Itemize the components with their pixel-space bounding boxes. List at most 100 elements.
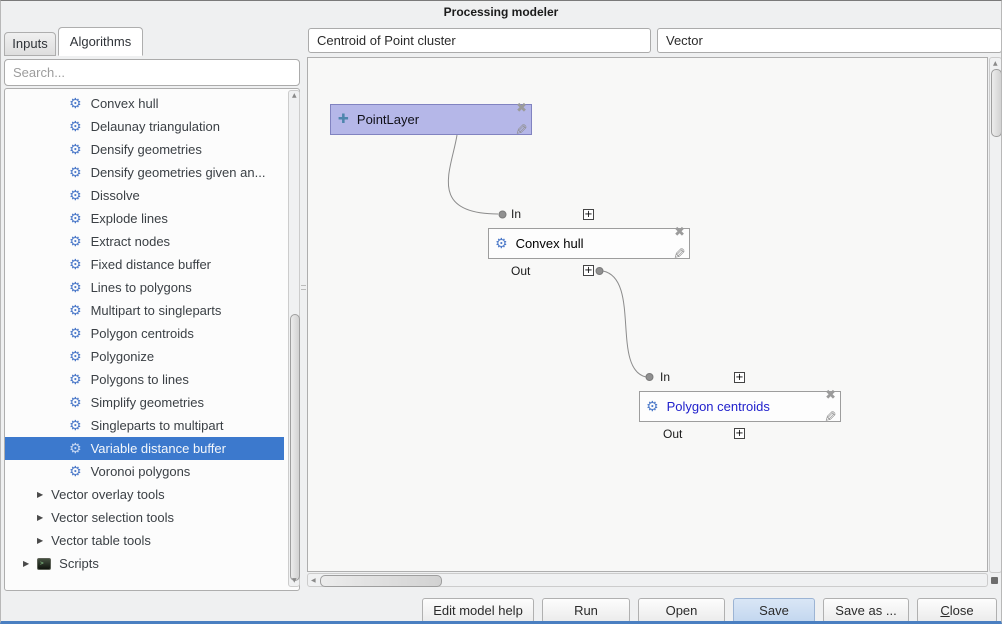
polygon-centroids-out-expander[interactable]: +: [734, 428, 745, 439]
gear-icon: ⚙: [69, 327, 82, 341]
tree-item-polygonize[interactable]: ⚙Polygonize: [5, 345, 284, 368]
convex-hull-out-label: Out: [511, 264, 530, 278]
edit-node-icon[interactable]: ✎: [824, 410, 837, 425]
save-as-button[interactable]: Save as ...: [823, 598, 909, 623]
tree-item-polygons-to-lines[interactable]: ⚙ Polygons to lines: [5, 368, 284, 391]
polygon-centroids-in-label: In: [660, 370, 670, 384]
chevron-right-icon[interactable]: ▶: [37, 537, 43, 545]
algorithm-gear-icon: ⚙: [495, 237, 508, 251]
tree-item-simplify-geometries[interactable]: ⚙Simplify geometries: [5, 391, 284, 414]
tree-item-label: Delaunay triangulation: [91, 119, 220, 134]
node-convex-hull[interactable]: ⚙ Convex hull ✖ ✎: [488, 228, 690, 259]
tree-item-label: Vector selection tools: [51, 510, 174, 525]
tab-inputs[interactable]: Inputs: [4, 32, 56, 56]
tree-scrollbar[interactable]: ▲ ▼: [288, 90, 300, 587]
tree-scrollbar-thumb[interactable]: [290, 314, 300, 581]
model-group-field[interactable]: [657, 28, 1002, 53]
tree-item-label: Fixed distance buffer: [91, 257, 211, 272]
tree-item-delaunay-triangulation[interactable]: ⚙Delaunay triangulation: [5, 115, 284, 138]
node-polygon-centroids-label: Polygon centroids: [667, 399, 770, 414]
tree-item-explode-lines[interactable]: ⚙Explode lines: [5, 207, 284, 230]
model-name-field[interactable]: [308, 28, 651, 53]
panel-splitter[interactable]: [301, 285, 306, 286]
tree-item-polygon-centroids[interactable]: ⚙ Polygon centroids: [5, 322, 284, 345]
canvas-hscrollbar[interactable]: ◀: [307, 573, 988, 587]
edit-node-icon[interactable]: ✎: [515, 123, 528, 138]
tree-item-singleparts-to-multipart[interactable]: ⚙ Singleparts to multipart: [5, 414, 284, 437]
tree-item-label: Dissolve: [91, 188, 140, 203]
connection-edges: [308, 58, 988, 572]
convex-hull-in-expander[interactable]: +: [583, 209, 594, 220]
tab-algorithms[interactable]: Algorithms: [58, 27, 143, 56]
close-button[interactable]: Close: [917, 598, 997, 623]
convex-hull-in-label: In: [511, 207, 521, 221]
save-button[interactable]: Save: [733, 598, 815, 623]
tree-item-dissolve[interactable]: ⚙ Dissolve: [5, 184, 284, 207]
tree-item-label: Variable distance buffer: [91, 441, 226, 456]
gear-icon: ⚙: [69, 166, 82, 180]
tree-item-label: Vector overlay tools: [51, 487, 164, 502]
tree-item-vector-table-tools[interactable]: ▶Vector table tools: [5, 529, 284, 552]
canvas-vscrollbar-thumb[interactable]: [991, 69, 1002, 137]
node-convex-hull-label: Convex hull: [516, 236, 584, 251]
tree-item-label: Multipart to singleparts: [91, 303, 222, 318]
tree-item-vector-selection-tools[interactable]: ▶ Vector selection tools: [5, 506, 284, 529]
terminal-prompt-glyph: >: [40, 561, 44, 567]
tree-item-densify-geometries-given-an[interactable]: ⚙ Densify geometries given an...: [5, 161, 284, 184]
tree-item-extract-nodes[interactable]: ⚙ Extract nodes: [5, 230, 284, 253]
gear-icon: ⚙: [69, 235, 82, 249]
scroll-left-icon[interactable]: ◀: [311, 578, 316, 584]
chevron-right-icon[interactable]: ▶: [23, 560, 29, 568]
gear-icon: ⚙: [69, 396, 82, 410]
algorithm-tree: ⚙Convex hull⚙Delaunay triangulation⚙Dens…: [4, 88, 300, 591]
tree-item-label: Singleparts to multipart: [91, 418, 224, 433]
gear-icon: ⚙: [69, 189, 82, 203]
tree-item-convex-hull[interactable]: ⚙Convex hull: [5, 92, 284, 115]
edit-node-icon[interactable]: ✎: [673, 247, 686, 262]
tree-item-voronoi-polygons[interactable]: ⚙ Voronoi polygons: [5, 460, 284, 483]
search-input[interactable]: [4, 59, 300, 86]
gear-icon: ⚙: [69, 143, 82, 157]
tree-item-label: Voronoi polygons: [91, 464, 191, 479]
algorithm-gear-icon: ⚙: [646, 400, 659, 414]
canvas-vscrollbar[interactable]: ▲: [989, 57, 1002, 573]
node-polygon-centroids[interactable]: ⚙ Polygon centroids ✖ ✎: [639, 391, 841, 422]
tree-item-label: Extract nodes: [91, 234, 171, 249]
tree-item-label: Polygons to lines: [91, 372, 189, 387]
tree-item-scripts[interactable]: ▶ > Scripts: [5, 552, 284, 575]
tree-item-lines-to-polygons[interactable]: ⚙Lines to polygons: [5, 276, 284, 299]
tree-item-densify-geometries[interactable]: ⚙Densify geometries: [5, 138, 284, 161]
polygon-centroids-in-expander[interactable]: +: [734, 372, 745, 383]
model-canvas[interactable]: ✚ PointLayer ✖ ✎ In + ⚙ Convex hull ✖ ✎ …: [307, 57, 988, 572]
tree-item-label: Polygon centroids: [91, 326, 194, 341]
edit-model-help-button[interactable]: Edit model help: [422, 598, 534, 623]
tree-item-multipart-to-singleparts[interactable]: ⚙Multipart to singleparts: [5, 299, 284, 322]
gear-icon: ⚙: [69, 419, 82, 433]
tree-item-variable-distance-buffer[interactable]: ⚙Variable distance buffer: [5, 437, 284, 460]
delete-node-icon[interactable]: ✖: [674, 226, 685, 239]
gear-icon: ⚙: [69, 281, 82, 295]
tree-item-vector-overlay-tools[interactable]: ▶ Vector overlay tools: [5, 483, 284, 506]
scroll-up-icon[interactable]: ▲: [993, 61, 998, 67]
convex-hull-out-expander[interactable]: +: [583, 265, 594, 276]
open-button[interactable]: Open: [638, 598, 725, 623]
chevron-right-icon[interactable]: ▶: [37, 491, 43, 499]
tree-item-label: Polygonize: [91, 349, 155, 364]
tree-item-label: Scripts: [59, 556, 99, 571]
panel-splitter-grip[interactable]: [301, 289, 306, 290]
delete-node-icon[interactable]: ✖: [516, 102, 527, 115]
node-pointlayer[interactable]: ✚ PointLayer ✖ ✎: [330, 104, 532, 135]
scroll-up-icon[interactable]: ▲: [292, 93, 297, 99]
gear-icon: ⚙: [69, 373, 82, 387]
run-button[interactable]: Run: [542, 598, 630, 623]
canvas-hscrollbar-thumb[interactable]: [320, 575, 442, 587]
chevron-right-icon[interactable]: ▶: [37, 514, 43, 522]
gear-icon: ⚙: [69, 465, 82, 479]
tree-item-label: Convex hull: [91, 96, 159, 111]
delete-node-icon[interactable]: ✖: [825, 389, 836, 402]
scroll-down-icon[interactable]: ▼: [292, 578, 297, 584]
tree-item-fixed-distance-buffer[interactable]: ⚙Fixed distance buffer: [5, 253, 284, 276]
polygon-centroids-out-label: Out: [663, 427, 682, 441]
tree-item-label: Densify geometries given an...: [91, 165, 266, 180]
gear-icon: ⚙: [69, 212, 82, 226]
